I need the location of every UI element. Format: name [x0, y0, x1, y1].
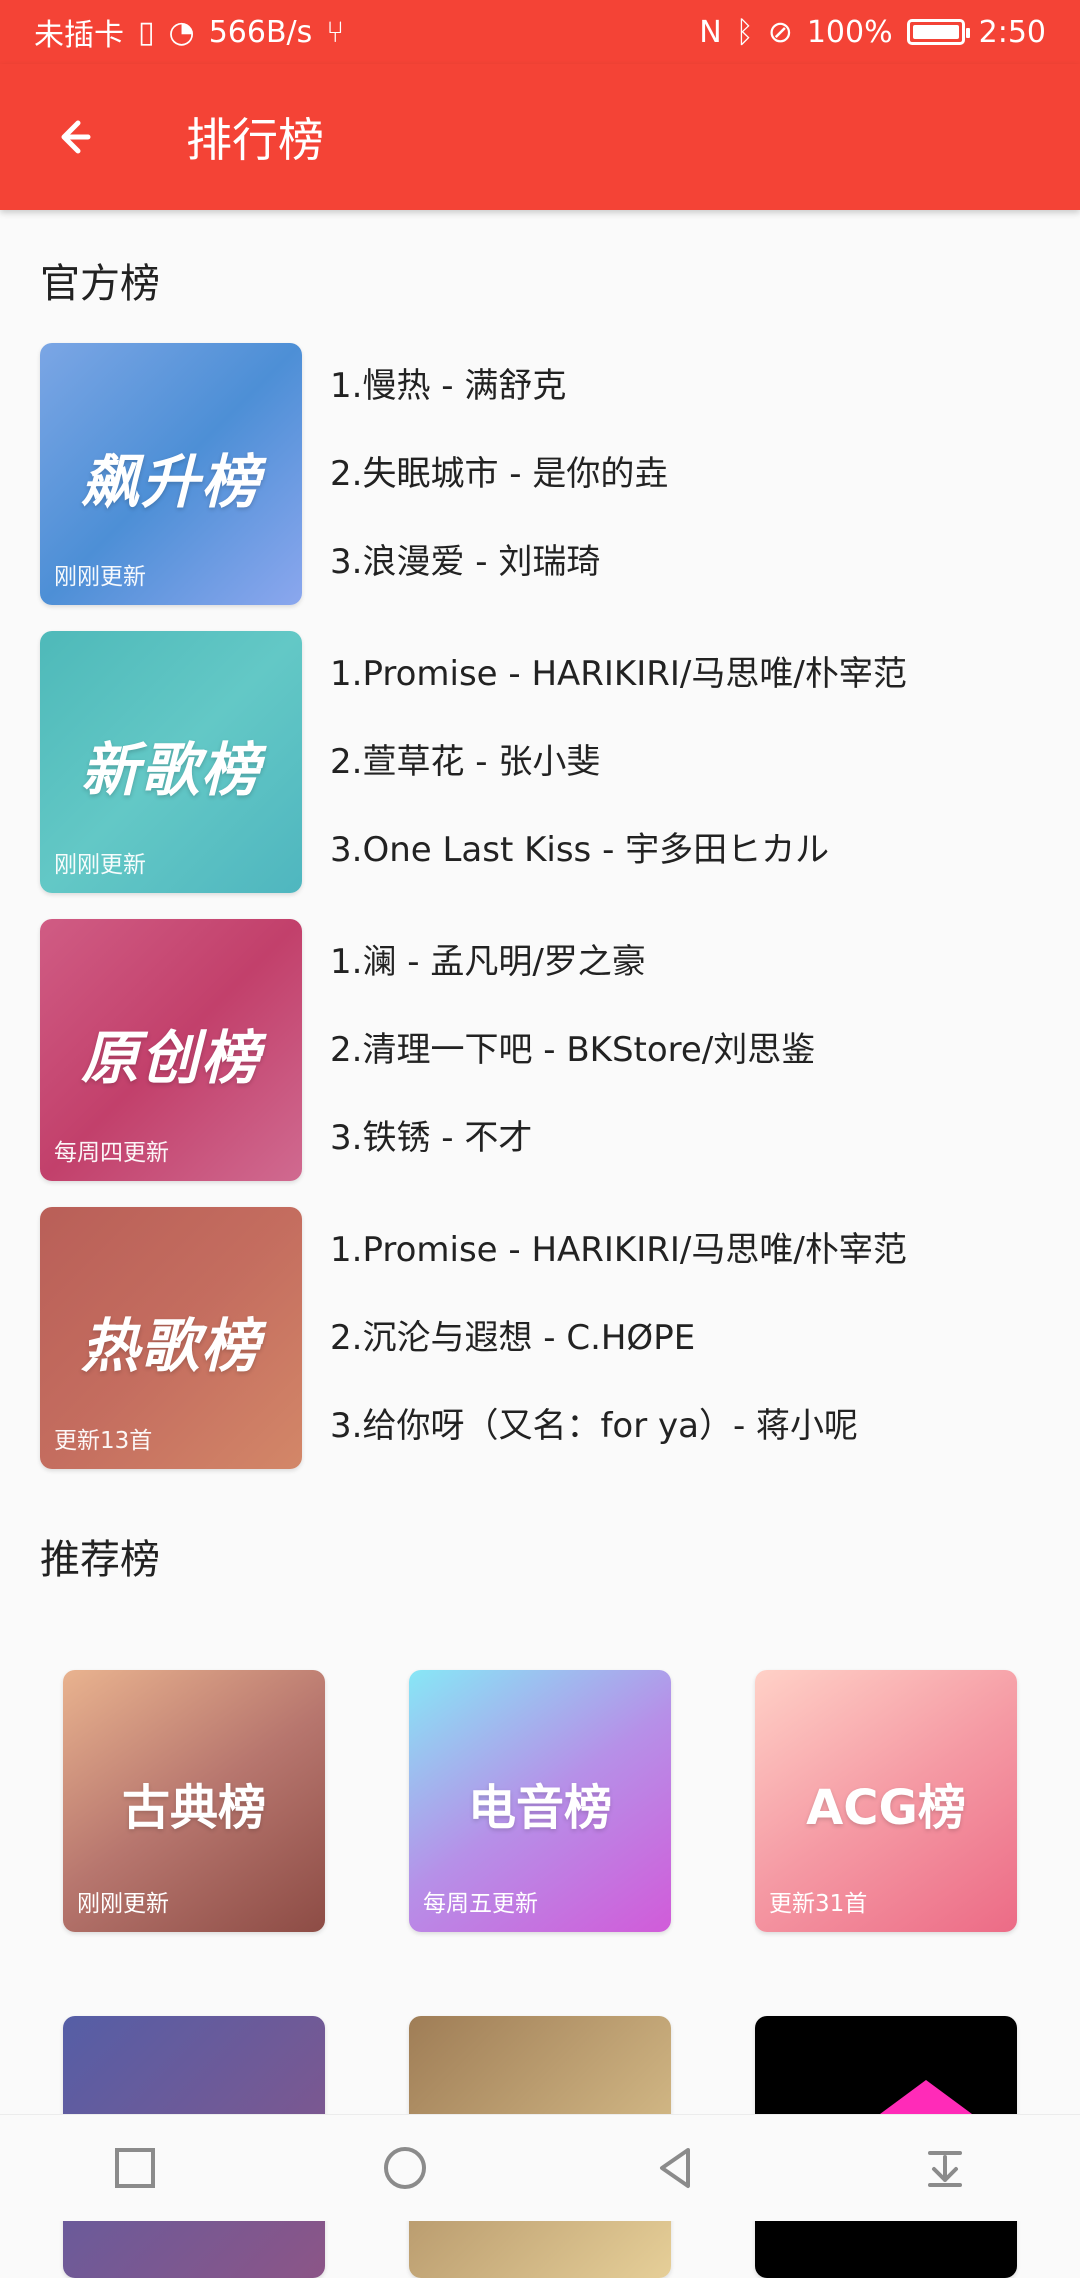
chart-card[interactable]: 新歌榜 刚刚更新 1.Promise - HARIKIRI/马思唯/朴宰范 2.… [40, 631, 1050, 893]
page-title: 排行榜 [186, 113, 324, 167]
back-button[interactable] [34, 97, 114, 177]
recommended-chart-card[interactable]: 电音榜 每周五更新 [409, 1670, 671, 1932]
track-list: 1.Promise - HARIKIRI/马思唯/朴宰范 2.沉沦与遐想 - C… [330, 1206, 1050, 1470]
recommended-chart-note: 更新31首 [769, 1891, 868, 1917]
recommended-section-title: 推荐榜 [40, 1537, 160, 1583]
track-item: 3.One Last Kiss - 宇多田ヒカル [330, 830, 830, 870]
official-charts-list: 飙升榜 刚刚更新 1.慢热 - 满舒克 2.失眠城市 - 是你的垚 3.浪漫爱 … [40, 343, 1050, 1495]
app-bar: 排行榜 [0, 64, 1080, 210]
recent-apps-button[interactable] [87, 2120, 183, 2216]
bluetooth-icon: ᛒ [735, 14, 754, 50]
track-item: 1.澜 - 孟凡明/罗之豪 [330, 942, 646, 982]
arrow-left-icon [61, 120, 91, 154]
wifi-icon: ◔ [168, 14, 195, 50]
navigation-bar [0, 2114, 1080, 2221]
sim-icon: ▯ [138, 14, 155, 50]
system-back-button[interactable] [627, 2120, 723, 2216]
track-item: 3.浪漫爱 - 刘瑞琦 [330, 542, 601, 582]
carrier-text: 未插卡 [34, 18, 124, 53]
triangle-back-icon [660, 2148, 690, 2188]
chart-cover-title: 热歌榜 [80, 1312, 261, 1380]
recommended-chart-card[interactable]: ACG榜 更新31首 [755, 1670, 1017, 1932]
recommended-chart-title: ACG榜 [806, 1780, 966, 1836]
recommended-chart-note: 每周五更新 [423, 1891, 538, 1917]
nfc-icon: N [699, 14, 722, 50]
home-button[interactable] [357, 2120, 453, 2216]
chart-cover[interactable]: 新歌榜 刚刚更新 [40, 631, 302, 893]
network-speed: 566B/s [208, 14, 313, 50]
track-item: 1.慢热 - 满舒克 [330, 366, 567, 406]
official-section-title: 官方榜 [40, 261, 160, 307]
track-list: 1.Promise - HARIKIRI/马思唯/朴宰范 2.萱草花 - 张小斐… [330, 630, 1050, 894]
clock-text: 2:50 [978, 14, 1046, 50]
track-item: 3.铁锈 - 不才 [330, 1118, 533, 1158]
chart-card[interactable]: 原创榜 每周四更新 1.澜 - 孟凡明/罗之豪 2.清理一下吧 - BKStor… [40, 919, 1050, 1181]
track-item: 1.Promise - HARIKIRI/马思唯/朴宰范 [330, 1230, 907, 1270]
track-list: 1.慢热 - 满舒克 2.失眠城市 - 是你的垚 3.浪漫爱 - 刘瑞琦 [330, 342, 1050, 606]
chart-update-note: 每周四更新 [54, 1140, 169, 1166]
usb-icon: ⑂ [326, 14, 345, 50]
notification-shade-button[interactable] [897, 2120, 993, 2216]
recommended-chart-title: 古典榜 [121, 1780, 266, 1836]
chart-cover-title: 原创榜 [80, 1024, 261, 1092]
download-icon [928, 2151, 962, 2187]
chart-cover-title: 飙升榜 [80, 448, 261, 516]
track-item: 2.萱草花 - 张小斐 [330, 742, 601, 782]
track-item: 2.清理一下吧 - BKStore/刘思鉴 [330, 1030, 816, 1070]
track-item: 1.Promise - HARIKIRI/马思唯/朴宰范 [330, 654, 907, 694]
track-item: 2.沉沦与遐想 - C.HØPE [330, 1318, 696, 1358]
battery-icon [906, 19, 970, 45]
chart-cover[interactable]: 原创榜 每周四更新 [40, 919, 302, 1181]
recommended-chart-card[interactable]: 古典榜 刚刚更新 [63, 1670, 325, 1932]
circle-icon [384, 2147, 426, 2189]
square-icon [115, 2148, 155, 2188]
track-list: 1.澜 - 孟凡明/罗之豪 2.清理一下吧 - BKStore/刘思鉴 3.铁锈… [330, 918, 1050, 1182]
chart-update-note: 刚刚更新 [54, 564, 146, 590]
recommended-chart-title: 电音榜 [467, 1780, 612, 1836]
chart-card[interactable]: 热歌榜 更新13首 1.Promise - HARIKIRI/马思唯/朴宰范 2… [40, 1207, 1050, 1469]
chart-card[interactable]: 飙升榜 刚刚更新 1.慢热 - 满舒克 2.失眠城市 - 是你的垚 3.浪漫爱 … [40, 343, 1050, 605]
status-bar: 未插卡 ▯ ◔ 566B/s ⑂ N ᛒ ⊘ 100% 2:50 [0, 0, 1080, 64]
status-right: N ᛒ ⊘ 100% 2:50 [699, 15, 1046, 50]
mute-icon: ⊘ [767, 14, 793, 50]
chart-cover[interactable]: 飙升榜 刚刚更新 [40, 343, 302, 605]
status-left: 未插卡 ▯ ◔ 566B/s ⑂ [34, 10, 344, 54]
recommended-chart-note: 刚刚更新 [77, 1891, 169, 1917]
pink-triangle-icon [880, 2080, 972, 2114]
track-item: 3.给你呀（又名：for ya）- 蒋小呢 [330, 1406, 859, 1446]
chart-update-note: 刚刚更新 [54, 852, 146, 878]
chart-cover-title: 新歌榜 [80, 736, 261, 804]
chart-cover[interactable]: 热歌榜 更新13首 [40, 1207, 302, 1469]
chart-update-note: 更新13首 [54, 1428, 153, 1454]
battery-percent: 100% [806, 14, 893, 50]
track-item: 2.失眠城市 - 是你的垚 [330, 454, 669, 494]
